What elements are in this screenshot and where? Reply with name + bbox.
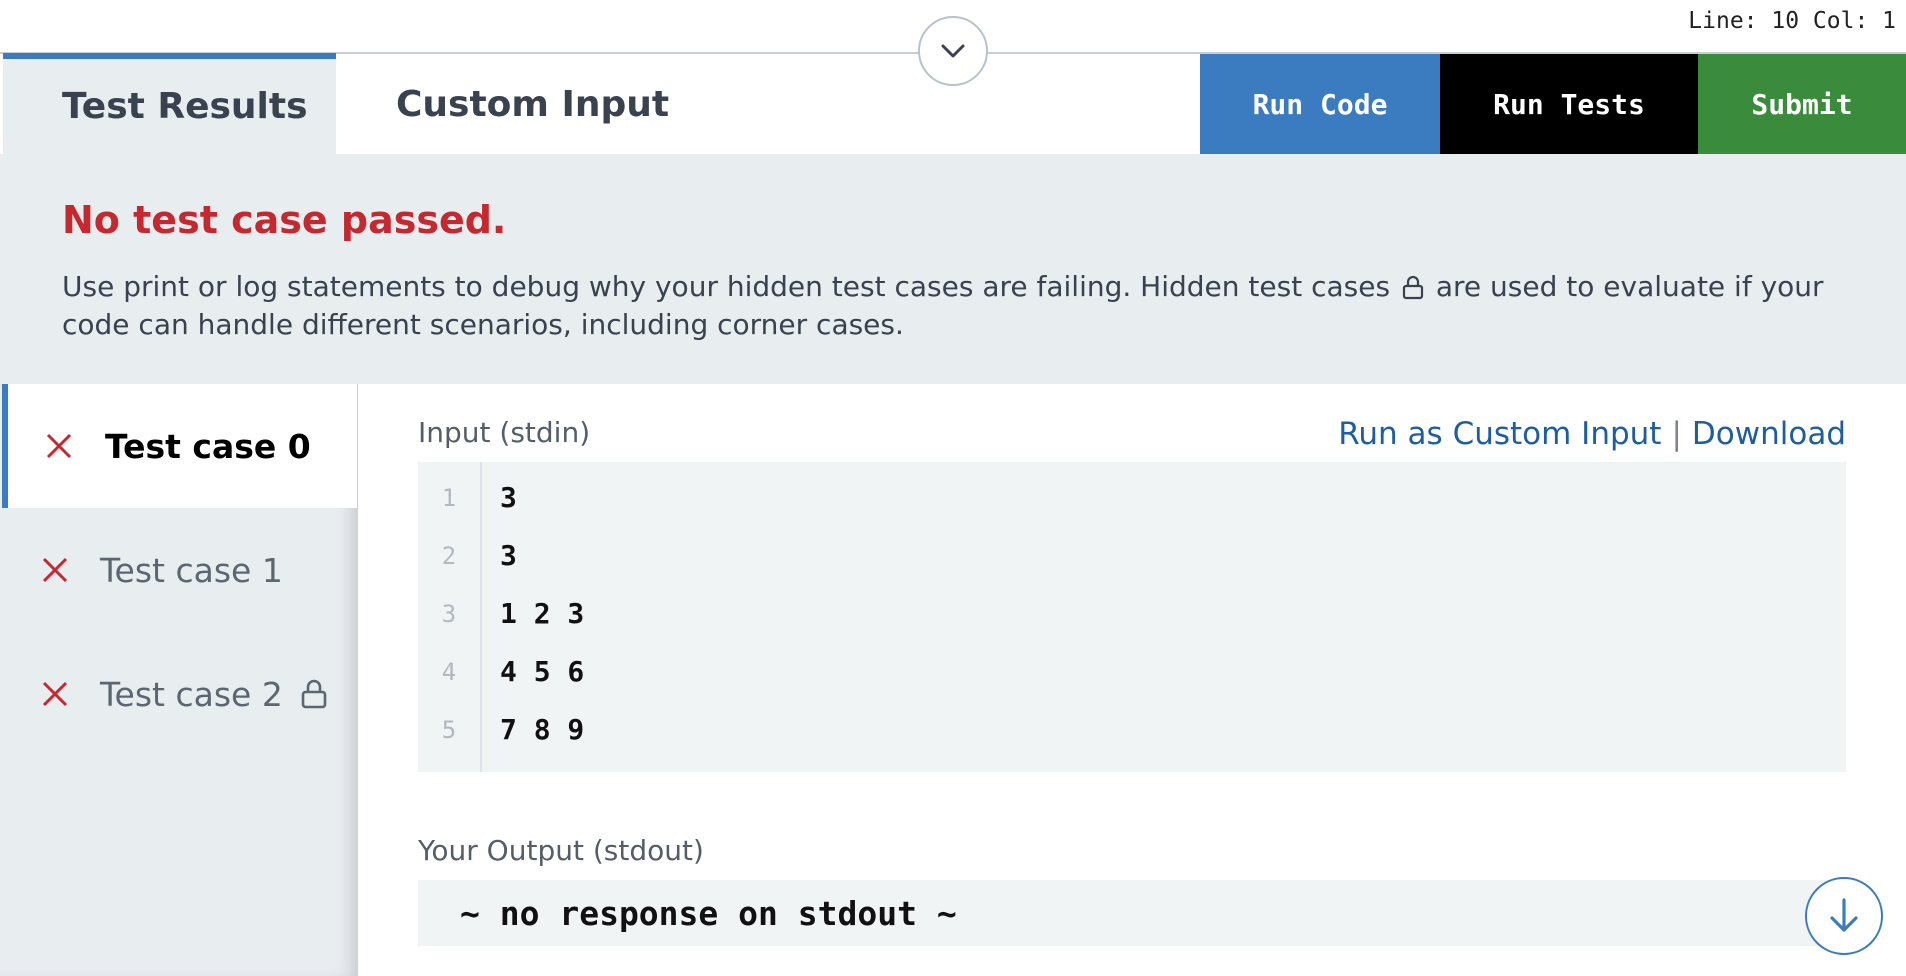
result-tabs: Test Results Custom Input xyxy=(0,53,1200,154)
input-links: Run as Custom Input | Download xyxy=(1338,416,1846,452)
summary-text: Use print or log statements to debug why… xyxy=(62,268,1842,344)
test-case-label: Test case 1 xyxy=(100,550,283,590)
run-tests-button[interactable]: Run Tests xyxy=(1440,54,1698,154)
line-number-gutter: 1 2 3 4 5 xyxy=(418,462,482,772)
tab-custom-input[interactable]: Custom Input xyxy=(336,54,1200,154)
output-label: Your Output (stdout) xyxy=(418,834,704,867)
test-case-list: Test case 0 Test case 1 Test case 2 xyxy=(0,384,358,976)
input-line: 4 5 6 xyxy=(500,655,585,688)
test-case-item-2[interactable]: Test case 2 xyxy=(3,632,355,756)
run-code-button[interactable]: Run Code xyxy=(1200,54,1440,154)
action-buttons: Run Code Run Tests Submit xyxy=(1200,54,1906,154)
line-number: 4 xyxy=(441,658,457,686)
input-label: Input (stdin) xyxy=(418,416,591,449)
tab-custom-input-label: Custom Input xyxy=(396,83,670,125)
line-number: 5 xyxy=(441,716,457,744)
test-case-label: Test case 2 xyxy=(100,674,283,714)
download-link[interactable]: Download xyxy=(1692,416,1846,452)
link-separator: | xyxy=(1671,416,1682,452)
x-icon xyxy=(46,433,72,459)
input-line: 1 2 3 xyxy=(500,597,585,630)
collapse-panel-button[interactable] xyxy=(918,16,988,86)
tab-test-results[interactable]: Test Results xyxy=(3,53,336,154)
input-line: 3 xyxy=(500,539,517,572)
arrow-down-icon xyxy=(1830,898,1858,932)
line-number: 2 xyxy=(441,542,457,570)
input-line: 3 xyxy=(500,481,517,514)
test-case-item-0[interactable]: Test case 0 xyxy=(2,384,357,508)
test-case-label: Test case 0 xyxy=(105,426,311,466)
cursor-position: Line: 10 Col: 1 xyxy=(1688,8,1896,34)
line-number: 1 xyxy=(441,484,457,512)
input-code-box[interactable]: 1 2 3 4 5 3 3 1 2 3 4 5 6 7 8 9 xyxy=(418,462,1846,772)
line-number: 3 xyxy=(441,600,457,628)
scroll-down-button[interactable] xyxy=(1805,877,1883,955)
chevron-down-icon xyxy=(941,44,965,58)
x-icon xyxy=(42,681,68,707)
result-summary: No test case passed. Use print or log st… xyxy=(0,154,1906,384)
x-icon xyxy=(42,557,68,583)
test-case-detail: Input (stdin) Run as Custom Input | Downlo… xyxy=(358,384,1906,976)
run-as-custom-input-link[interactable]: Run as Custom Input xyxy=(1338,416,1661,452)
lock-icon xyxy=(1402,275,1424,300)
test-case-item-1[interactable]: Test case 1 xyxy=(3,508,355,632)
tab-test-results-label: Test Results xyxy=(62,86,308,127)
summary-title: No test case passed. xyxy=(62,198,507,242)
output-text: ~ no response on stdout ~ xyxy=(460,894,957,933)
input-line: 7 8 9 xyxy=(500,713,585,746)
summary-text-part1: Use print or log statements to debug why… xyxy=(62,270,1391,303)
lock-icon xyxy=(301,679,327,709)
submit-button[interactable]: Submit xyxy=(1698,54,1906,154)
output-box[interactable]: ~ no response on stdout ~ xyxy=(418,880,1846,946)
